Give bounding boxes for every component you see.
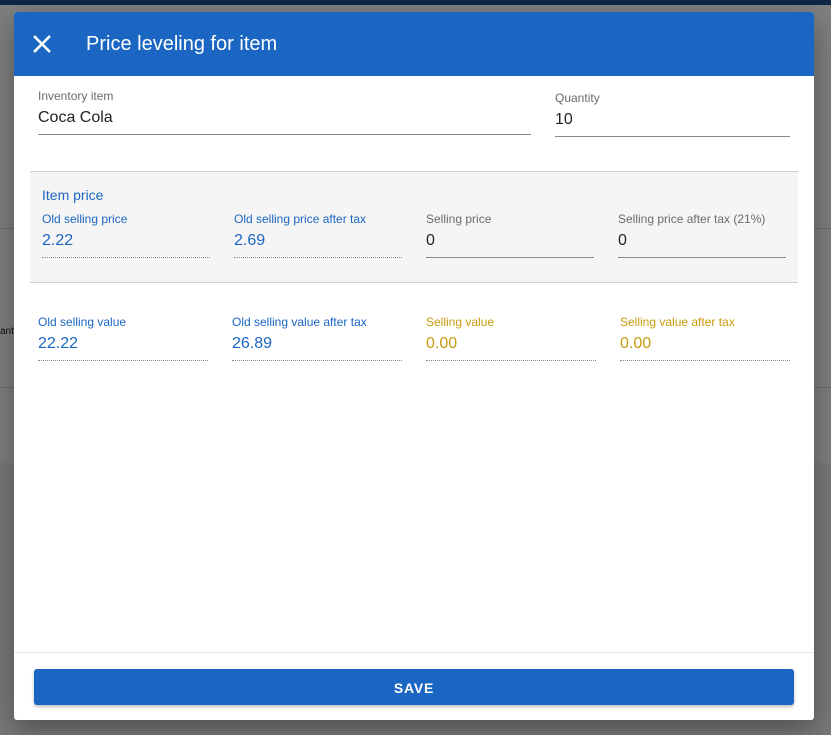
quantity-field[interactable]: Quantity 10 <box>555 91 790 137</box>
selling-value-after-tax-value: 0.00 <box>620 334 790 361</box>
item-price-section: Item price Old selling price 2.22 Old se… <box>30 171 798 283</box>
quantity-input[interactable]: 10 <box>555 110 790 137</box>
old-selling-value-field: Old selling value 22.22 <box>38 315 208 361</box>
selling-value-value: 0.00 <box>426 334 596 361</box>
close-button[interactable] <box>30 32 54 56</box>
old-selling-value-after-tax-value: 26.89 <box>232 334 402 361</box>
save-button[interactable]: SAVE <box>34 669 794 705</box>
old-selling-price-after-tax-value: 2.69 <box>234 231 402 258</box>
old-selling-value-value: 22.22 <box>38 334 208 361</box>
selling-price-after-tax-field[interactable]: Selling price after tax (21%) 0 <box>618 212 786 258</box>
selling-price-label: Selling price <box>426 212 492 226</box>
price-leveling-dialog: Price leveling for item Inventory item C… <box>14 12 814 720</box>
selling-value-label: Selling value <box>426 315 495 329</box>
old-selling-value-after-tax-label: Old selling value after tax <box>232 315 367 329</box>
selling-price-field[interactable]: Selling price 0 <box>426 212 594 258</box>
quantity-label: Quantity <box>555 91 600 105</box>
close-icon <box>33 35 51 53</box>
old-selling-price-field: Old selling price 2.22 <box>42 212 210 258</box>
old-selling-value-after-tax-field: Old selling value after tax 26.89 <box>232 315 402 361</box>
selling-value-after-tax-label: Selling value after tax <box>620 315 735 329</box>
item-price-title: Item price <box>42 187 104 203</box>
dialog-header: Price leveling for item <box>14 12 814 76</box>
old-selling-price-value: 2.22 <box>42 231 210 258</box>
selling-price-after-tax-input[interactable]: 0 <box>618 231 786 258</box>
inventory-item-label: Inventory item <box>38 89 114 103</box>
selling-price-input[interactable]: 0 <box>426 231 594 258</box>
selling-price-after-tax-label: Selling price after tax (21%) <box>618 212 766 226</box>
selling-value-after-tax-field: Selling value after tax 0.00 <box>620 315 790 361</box>
old-selling-price-label: Old selling price <box>42 212 128 226</box>
dialog-title: Price leveling for item <box>86 33 278 55</box>
dialog-footer-divider <box>14 652 814 653</box>
selling-value-field: Selling value 0.00 <box>426 315 596 361</box>
old-selling-value-label: Old selling value <box>38 315 127 329</box>
inventory-item-field[interactable]: Inventory item Coca Cola <box>38 89 531 135</box>
old-selling-price-after-tax-field: Old selling price after tax 2.69 <box>234 212 402 258</box>
old-selling-price-after-tax-label: Old selling price after tax <box>234 212 367 226</box>
inventory-item-input[interactable]: Coca Cola <box>38 108 531 135</box>
